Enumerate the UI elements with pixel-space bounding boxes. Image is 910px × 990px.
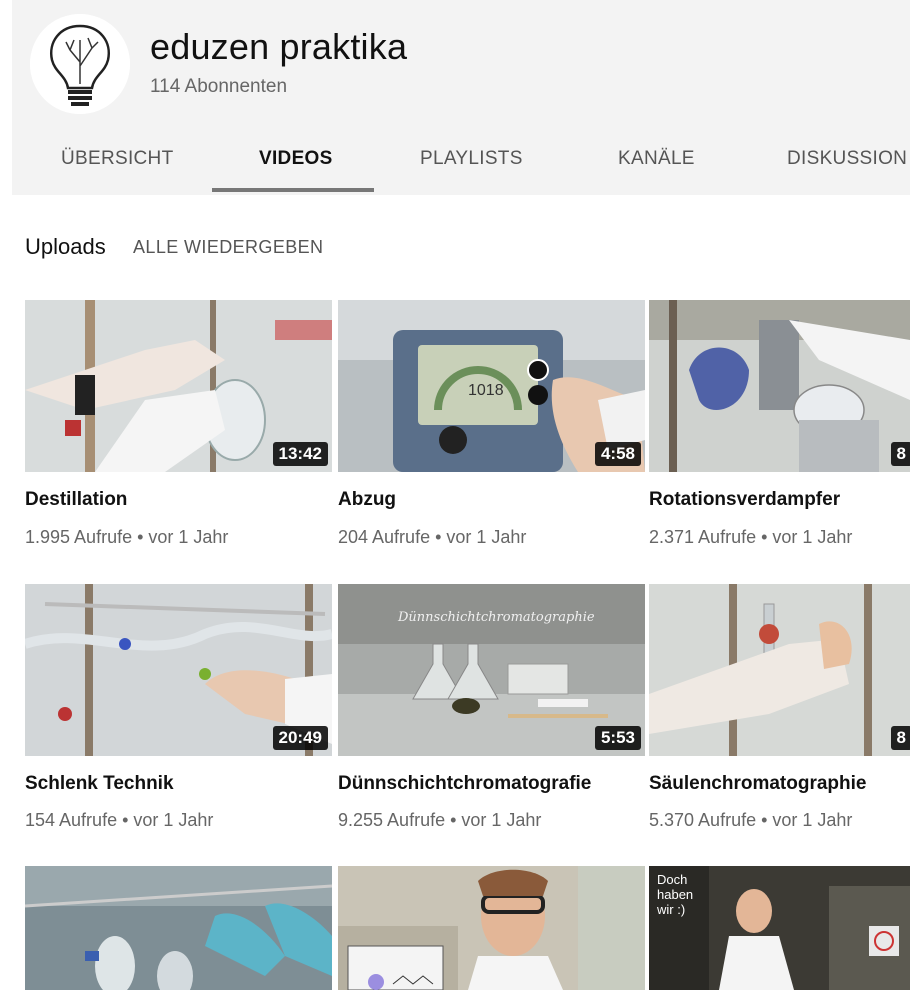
video-title[interactable]: Dünnschichtchromatografie (338, 773, 591, 795)
video-duration: 5:53 (594, 726, 641, 750)
video-thumbnail[interactable]: 1018 4:58 (338, 300, 645, 472)
video-thumbnail[interactable]: Dünnschichtchromatographie 5:53 (338, 584, 645, 756)
thumbnail-overlay-text: Dünnschichtchromatographie (398, 610, 595, 625)
video-title[interactable]: Rotationsverdampfer (649, 489, 840, 511)
video-title[interactable]: Säulenchromatographie (649, 773, 867, 795)
lightbulb-logo-icon (30, 14, 130, 114)
tab-discussion[interactable]: DISKUSSION (787, 148, 907, 170)
channel-tabs: ÜBERSICHT VIDEOS PLAYLISTS KANÄLE DISKUS… (12, 140, 910, 195)
video-thumbnail[interactable] (25, 866, 332, 990)
video-meta: 5.370 Aufrufe • vor 1 Jahr (649, 810, 853, 830)
video-title[interactable]: Destillation (25, 489, 127, 511)
active-tab-indicator (212, 188, 374, 192)
video-meta: 2.371 Aufrufe • vor 1 Jahr (649, 527, 853, 547)
video-duration: 8 (890, 442, 910, 466)
channel-name: eduzen praktika (150, 26, 408, 67)
video-meta: 204 Aufrufe • vor 1 Jahr (338, 527, 527, 547)
tab-videos[interactable]: VIDEOS (259, 148, 333, 170)
video-title[interactable]: Abzug (338, 489, 396, 511)
video-meta: 9.255 Aufrufe • vor 1 Jahr (338, 810, 542, 830)
tab-playlists[interactable]: PLAYLISTS (420, 148, 523, 170)
video-duration: 13:42 (272, 442, 328, 466)
thumbnail-image (25, 866, 332, 990)
subscriber-count: 114 Abonnenten (150, 76, 288, 97)
play-all-button[interactable]: ALLE WIEDERGEBEN (133, 237, 323, 258)
section-title: Uploads (25, 234, 106, 259)
device-display-reading: 1018 (468, 382, 504, 399)
video-duration: 4:58 (594, 442, 641, 466)
video-thumbnail[interactable] (338, 866, 645, 990)
video-meta: 154 Aufrufe • vor 1 Jahr (25, 810, 214, 830)
thumbnail-overlay-text: Doch haben wir :) (657, 872, 694, 917)
video-thumbnail[interactable]: 13:42 (25, 300, 332, 472)
video-thumbnail[interactable]: 8 (649, 300, 910, 472)
video-duration: 20:49 (272, 726, 328, 750)
thumbnail-image (649, 584, 910, 756)
video-duration: 8 (890, 726, 910, 750)
tab-overview[interactable]: ÜBERSICHT (61, 148, 174, 170)
video-meta: 1.995 Aufrufe • vor 1 Jahr (25, 527, 229, 547)
video-title[interactable]: Schlenk Technik (25, 773, 174, 795)
video-thumbnail[interactable]: 20:49 (25, 584, 332, 756)
thumbnail-image (649, 300, 910, 472)
tab-channels[interactable]: KANÄLE (618, 148, 695, 170)
video-thumbnail[interactable]: 8 (649, 584, 910, 756)
thumbnail-image (338, 866, 645, 990)
channel-avatar[interactable] (30, 14, 130, 114)
video-thumbnail[interactable]: Doch haben wir :) (649, 866, 910, 990)
